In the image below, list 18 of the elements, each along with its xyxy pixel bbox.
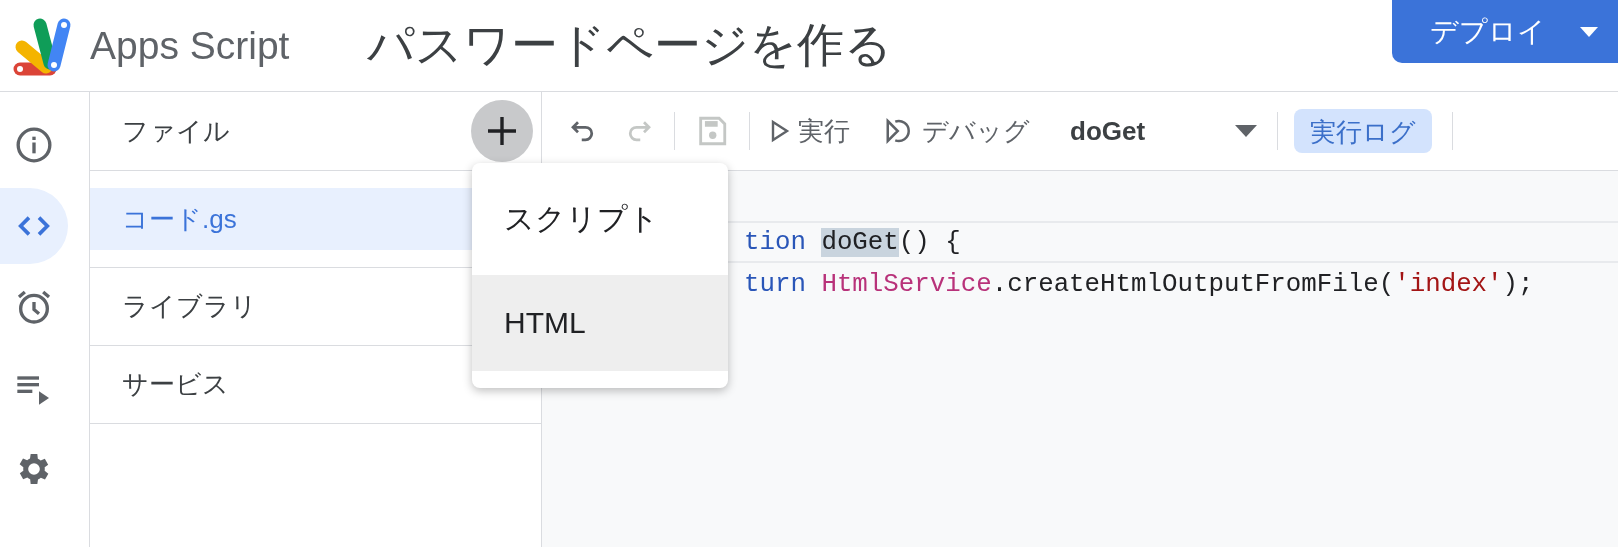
deploy-button[interactable]: デプロイ bbox=[1392, 0, 1618, 63]
rail-tab-selected[interactable] bbox=[0, 188, 68, 264]
run-button[interactable]: 実行 bbox=[770, 113, 850, 149]
caret-icon bbox=[1580, 26, 1598, 37]
debug-button[interactable]: デバッグ bbox=[884, 113, 1030, 149]
info-icon bbox=[14, 125, 54, 165]
function-selector[interactable]: doGet bbox=[1070, 115, 1235, 147]
files-heading: ファイル bbox=[122, 114, 230, 148]
section-heading[interactable]: サービス bbox=[122, 367, 229, 402]
code-line: turn HtmlService.createHtmlOutputFromFile('index'); bbox=[743, 268, 1535, 301]
product-name: Apps Script bbox=[90, 23, 290, 68]
menu-item[interactable]: HTML bbox=[472, 275, 728, 371]
execution-log-button[interactable]: 実行ログ bbox=[1294, 109, 1432, 153]
plus-icon bbox=[487, 116, 517, 146]
project-title[interactable]: パスワードページを作る bbox=[367, 14, 893, 77]
play-icon bbox=[770, 119, 790, 143]
section-heading[interactable]: ライブラリ bbox=[122, 289, 257, 324]
dropdown-caret-icon[interactable] bbox=[1235, 125, 1257, 137]
